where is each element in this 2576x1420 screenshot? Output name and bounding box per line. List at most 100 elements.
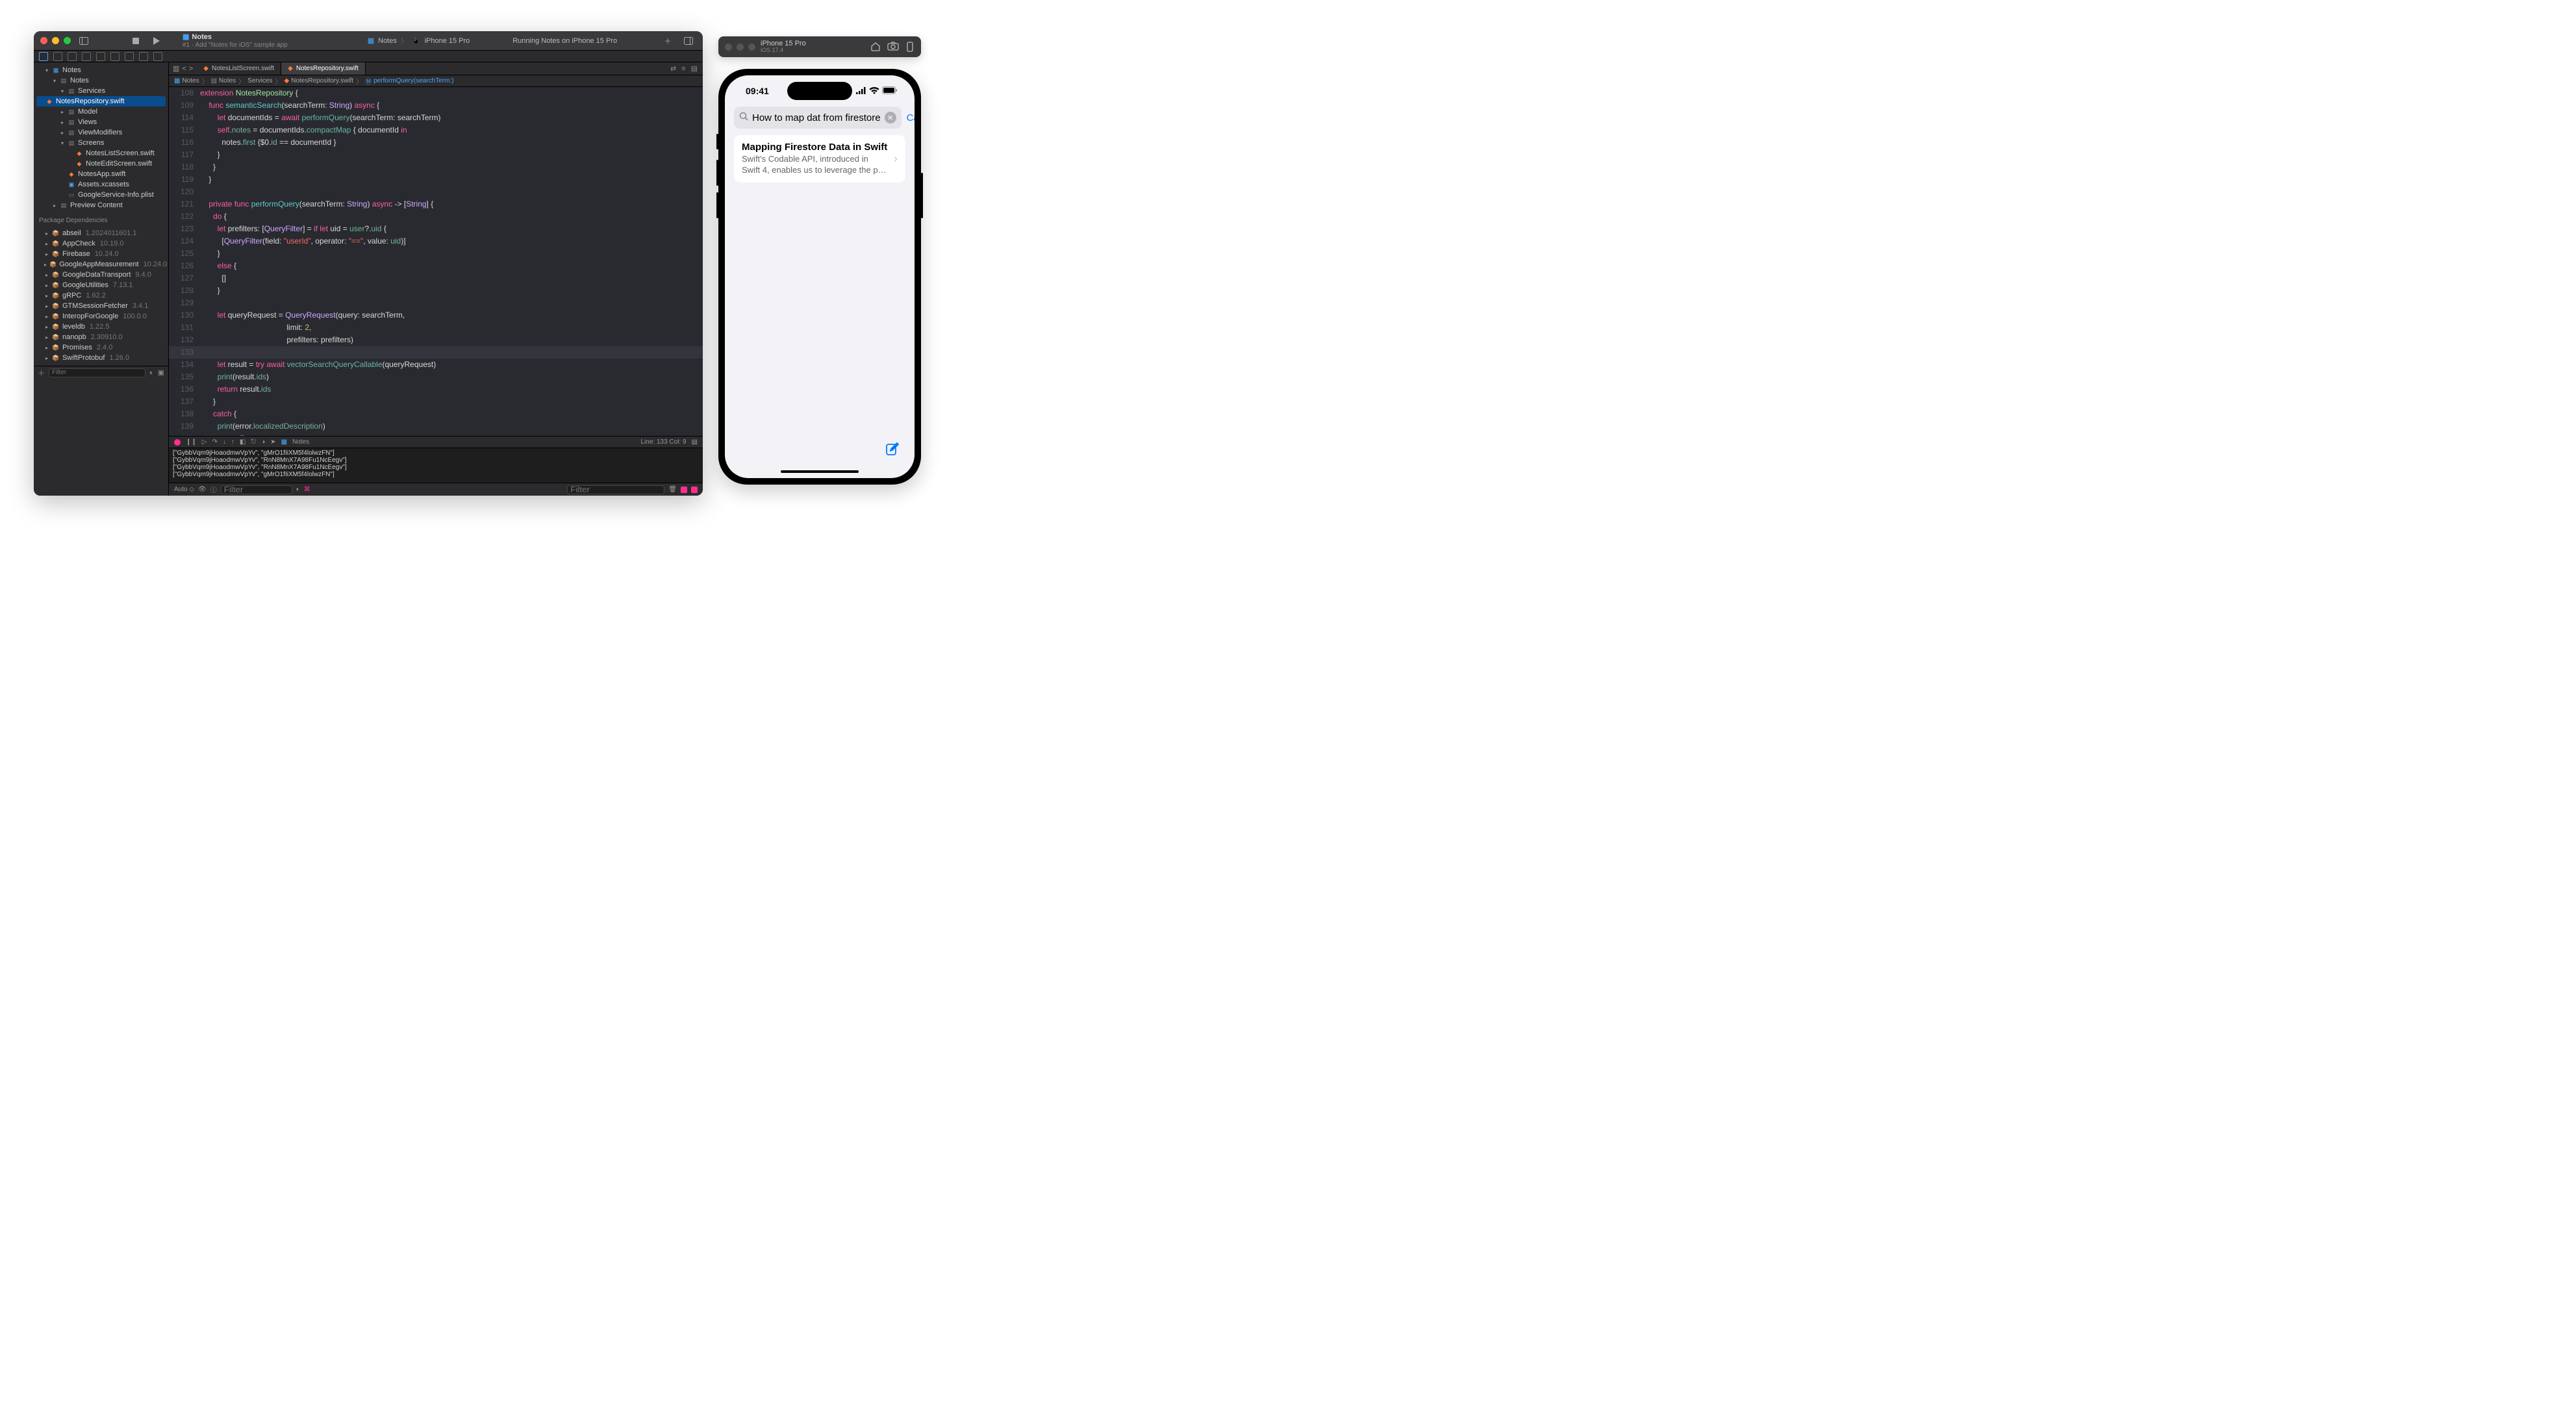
scheme-selector[interactable]: ▦ Notes 〉 📱 iPhone 15 Pro: [368, 36, 470, 46]
editor-options-icon[interactable]: ≡: [681, 65, 685, 73]
debug-env-icon[interactable]: ◑: [261, 438, 265, 446]
filter-recent-icon[interactable]: ◐: [149, 369, 154, 377]
breakpoint-navigator-icon[interactable]: [139, 52, 148, 61]
console-meta-icon[interactable]: ⌘: [304, 486, 310, 493]
report-navigator-icon[interactable]: [153, 52, 162, 61]
find-navigator-icon[interactable]: [82, 52, 91, 61]
nav-item[interactable]: ▾▤Screens: [34, 138, 168, 148]
minimap-toggle-icon[interactable]: ▤: [692, 438, 698, 446]
library-icon[interactable]: [681, 34, 696, 47]
info-icon[interactable]: ⓘ: [210, 485, 217, 494]
screenshot-icon[interactable]: [887, 42, 899, 52]
nav-item[interactable]: ▣Assets.xcassets: [34, 179, 168, 190]
package-item[interactable]: ▸📦abseil1.2024011601.1: [34, 228, 168, 238]
volume-up-button[interactable]: [716, 160, 718, 186]
add-target-icon[interactable]: ＋: [38, 368, 45, 378]
console-filter-input[interactable]: [567, 485, 664, 494]
status-time: 09:41: [746, 86, 769, 96]
nav-item[interactable]: ▭GoogleService-Info.plist: [34, 190, 168, 200]
source-control-navigator-icon[interactable]: [53, 52, 62, 61]
filter-scm-icon[interactable]: ▣: [158, 368, 164, 377]
debug-step-out-icon[interactable]: ↑: [231, 438, 234, 446]
package-item[interactable]: ▸📦leveldb1.22.5: [34, 322, 168, 332]
search-result-row[interactable]: Mapping Firestore Data in Swift Swift's …: [734, 135, 905, 183]
forward-icon[interactable]: >: [189, 65, 193, 73]
package-item[interactable]: ▸📦GoogleAppMeasurement10.24.0: [34, 259, 168, 270]
editor-tab[interactable]: ◆NotesListScreen.swift: [197, 62, 281, 75]
right-panel-toggle-icon[interactable]: [691, 487, 698, 493]
issue-navigator-icon[interactable]: [96, 52, 105, 61]
project-navigator[interactable]: ▾▦Notes▾▤Notes▾▤Services◆NotesRepository…: [34, 62, 169, 496]
source-editor[interactable]: 108extension NotesRepository {109 func s…: [169, 87, 703, 436]
power-button[interactable]: [921, 173, 923, 218]
package-item[interactable]: ▸📦InteropForGoogle100.0.0: [34, 311, 168, 322]
compose-note-button[interactable]: [885, 441, 900, 460]
volume-down-button[interactable]: [716, 192, 718, 218]
external-display-icon[interactable]: [905, 42, 915, 52]
editor-tab[interactable]: ◆NotesRepository.swift: [281, 62, 366, 75]
debug-step-over-icon[interactable]: ↷: [212, 438, 217, 446]
action-button[interactable]: [716, 134, 718, 149]
sidebar-toggle-icon[interactable]: [76, 34, 92, 47]
minimize-window-button[interactable]: [52, 37, 59, 44]
search-field[interactable]: How to map dat from firestore ✕: [734, 107, 902, 129]
debug-pause-icon[interactable]: ❙❙: [186, 438, 197, 446]
debug-location-icon[interactable]: ➤: [270, 438, 275, 446]
package-item[interactable]: ▸📦nanopb2.30910.0: [34, 332, 168, 342]
variables-filter-input[interactable]: [221, 485, 292, 494]
nav-item[interactable]: ▾▤Services: [34, 86, 168, 96]
debug-continue-icon[interactable]: ▷: [202, 438, 207, 446]
debug-view-hierarchy-icon[interactable]: ◧: [240, 438, 246, 446]
jump-bar[interactable]: ▦Notes〉 ▤Notes〉 Services〉 ◆NotesReposito…: [169, 75, 703, 87]
stop-button[interactable]: [128, 34, 144, 47]
plus-icon[interactable]: ＋: [660, 34, 676, 47]
wifi-icon: [869, 86, 879, 96]
nav-item[interactable]: ▾▦Notes: [34, 65, 168, 75]
home-indicator[interactable]: [781, 470, 859, 473]
package-item[interactable]: ▸📦AppCheck10.19.0: [34, 238, 168, 249]
package-item[interactable]: ▸📦gRPC1.62.2: [34, 290, 168, 301]
nav-item[interactable]: ◆NoteEditScreen.swift: [34, 158, 168, 169]
eye-icon[interactable]: 👁: [198, 486, 207, 493]
debug-console[interactable]: ["GybbVqm9jHoaodmwVpYv", "gMrO1fIiXM5f4l…: [169, 448, 703, 483]
close-window-button[interactable]: [40, 37, 47, 44]
nav-item[interactable]: ◆NotesApp.swift: [34, 169, 168, 179]
nav-item[interactable]: ▸▤Model: [34, 107, 168, 117]
package-item[interactable]: ▸📦GoogleUtilities7.13.1: [34, 280, 168, 290]
package-item[interactable]: ▸📦Firebase10.24.0: [34, 249, 168, 259]
package-item[interactable]: ▸📦SwiftProtobuf1.26.0: [34, 353, 168, 363]
zoom-window-button[interactable]: [64, 37, 71, 44]
nav-item[interactable]: ▸▤Preview Content: [34, 200, 168, 210]
sim-zoom-button[interactable]: [748, 44, 755, 51]
left-panel-toggle-icon[interactable]: [681, 487, 687, 493]
editor-layout-icon[interactable]: ⇄: [670, 64, 676, 73]
debug-navigator-icon[interactable]: [125, 52, 134, 61]
project-navigator-icon[interactable]: [39, 52, 48, 61]
console-scope-icon[interactable]: ◐: [296, 486, 300, 493]
package-item[interactable]: ▸📦GTMSessionFetcher3.4.1: [34, 301, 168, 311]
navigator-filter-input[interactable]: [49, 368, 145, 377]
run-button[interactable]: [149, 34, 164, 47]
auto-vars-label[interactable]: Auto ◇: [174, 486, 194, 493]
related-items-icon[interactable]: ▥: [173, 64, 179, 73]
bookmark-navigator-icon[interactable]: [68, 52, 77, 61]
nav-item[interactable]: ▸▤ViewModifiers: [34, 127, 168, 138]
home-icon[interactable]: [870, 42, 881, 52]
sim-minimize-button[interactable]: [737, 44, 744, 51]
add-editor-icon[interactable]: ▤: [691, 64, 698, 73]
debug-memory-icon[interactable]: ⎋: [251, 438, 256, 446]
debug-step-into-icon[interactable]: ↓: [223, 438, 226, 446]
trash-icon[interactable]: 🗑: [668, 486, 677, 493]
package-item[interactable]: ▸📦Promises2.4.0: [34, 342, 168, 353]
breakpoint-toggle-icon[interactable]: [174, 439, 181, 446]
back-icon[interactable]: <: [182, 65, 186, 73]
cancel-button[interactable]: Cancel: [907, 112, 915, 123]
sim-close-button[interactable]: [725, 44, 732, 51]
package-item[interactable]: ▸📦GoogleDataTransport9.4.0: [34, 270, 168, 280]
nav-item[interactable]: ◆NotesListScreen.swift: [34, 148, 168, 158]
nav-item[interactable]: ◆NotesRepository.swift: [36, 96, 166, 107]
nav-item[interactable]: ▾▤Notes: [34, 75, 168, 86]
nav-item[interactable]: ▸▤Views: [34, 117, 168, 127]
test-navigator-icon[interactable]: [110, 52, 120, 61]
clear-search-icon[interactable]: ✕: [885, 112, 896, 123]
